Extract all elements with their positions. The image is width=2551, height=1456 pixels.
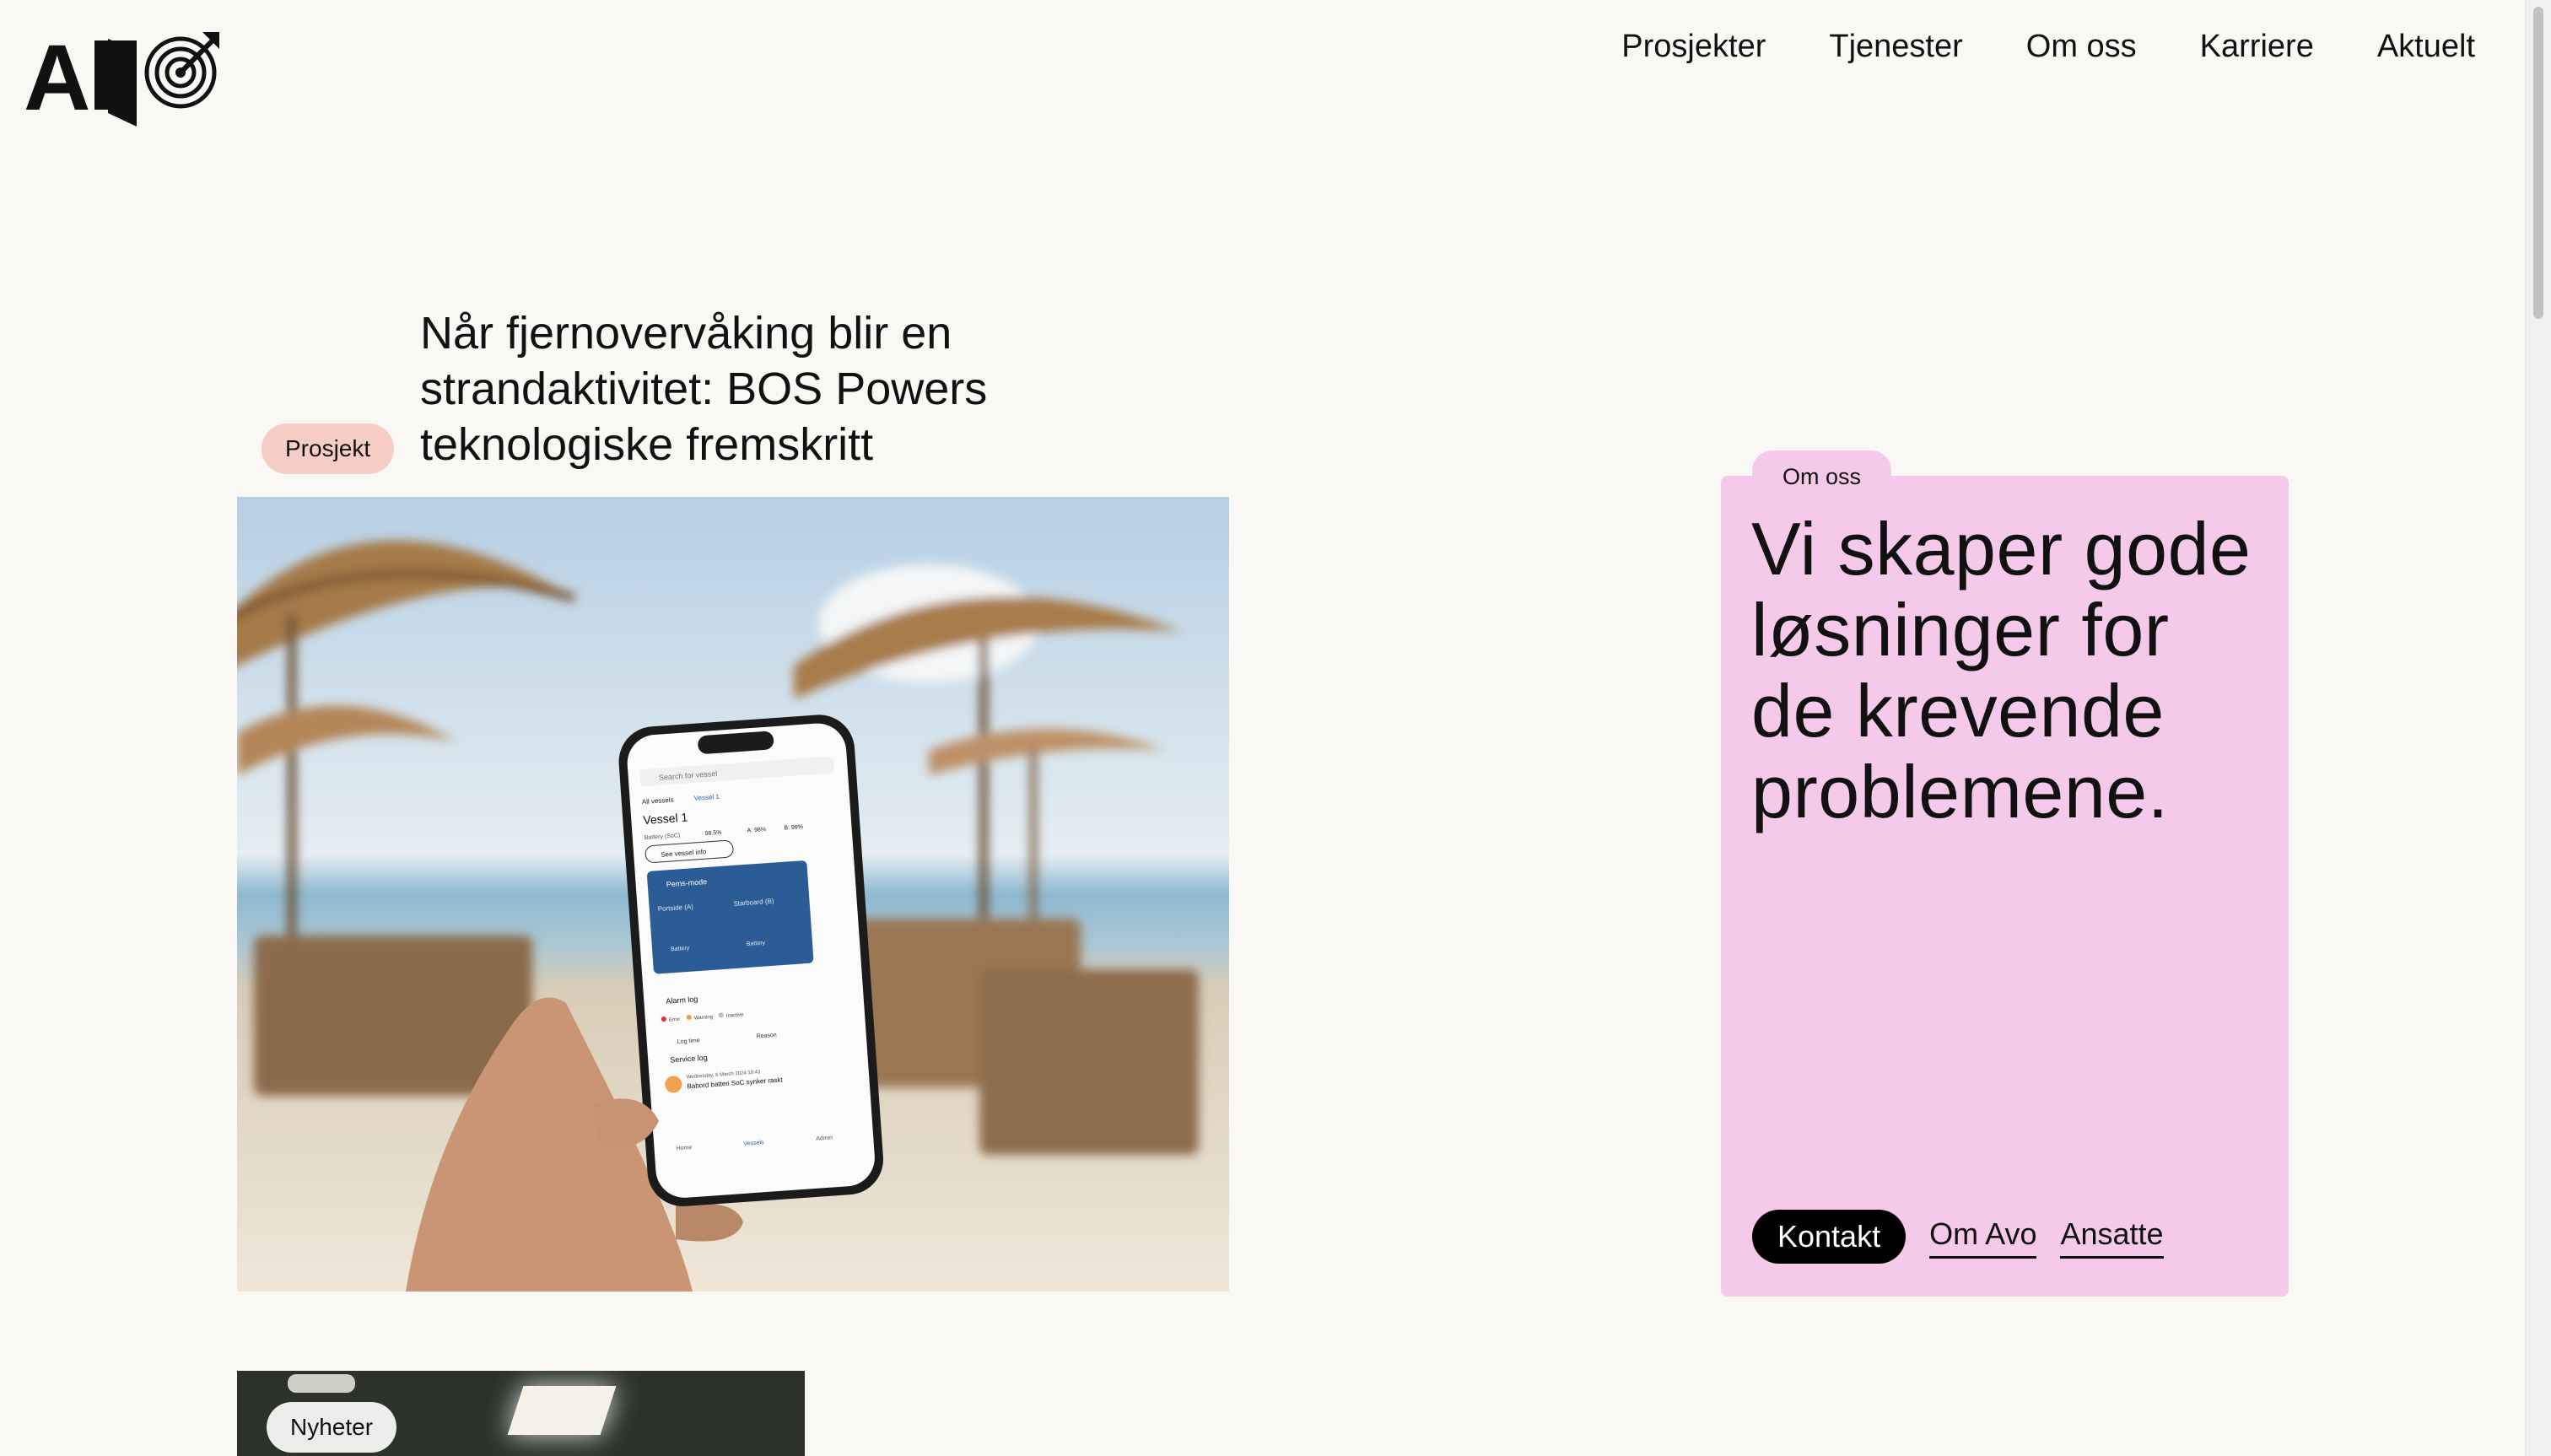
nav-om-oss[interactable]: Om oss bbox=[2026, 25, 2137, 67]
tag-prosjekt[interactable]: Prosjekt bbox=[262, 423, 395, 474]
page-scrollbar[interactable] bbox=[2525, 0, 2551, 1456]
svg-text:Home: Home bbox=[676, 1145, 692, 1151]
article-title[interactable]: Når fjernovervåking blir en strandaktivi… bbox=[420, 305, 1112, 472]
ceiling-light bbox=[507, 1386, 617, 1435]
svg-text:98.5%: 98.5% bbox=[704, 830, 721, 837]
svg-text:Admin: Admin bbox=[816, 1135, 833, 1141]
tag-nyheter[interactable]: Nyheter bbox=[267, 1402, 397, 1453]
svg-text:A: A bbox=[24, 32, 90, 127]
nav-aktuelt[interactable]: Aktuelt bbox=[2377, 25, 2475, 67]
scrollbar-thumb[interactable] bbox=[2533, 7, 2543, 319]
nav-tjenester[interactable]: Tjenester bbox=[1829, 25, 1962, 67]
about-heading: Vi skaper gode løsninger for de krevende… bbox=[1751, 507, 2252, 833]
ansatte-link[interactable]: Ansatte bbox=[2060, 1216, 2164, 1259]
nav-prosjekter[interactable]: Prosjekter bbox=[1621, 25, 1766, 67]
om-avo-link[interactable]: Om Avo bbox=[1929, 1216, 2037, 1259]
avo-logo[interactable]: A bbox=[24, 32, 219, 127]
nav-karriere[interactable]: Karriere bbox=[2200, 25, 2314, 67]
article-image[interactable]: Search for vessel All vessels Vessel 1 V… bbox=[237, 497, 1229, 1292]
main-nav: Prosjekter Tjenester Om oss Karriere Akt… bbox=[1621, 25, 2475, 67]
kontakt-button[interactable]: Kontakt bbox=[1752, 1210, 1907, 1264]
about-links: Kontakt Om Avo Ansatte bbox=[1752, 1210, 2164, 1264]
about-tab-label: Om oss bbox=[1752, 450, 1892, 501]
svg-text:Error: Error bbox=[669, 1017, 681, 1023]
beach-phone-illustration: Search for vessel All vessels Vessel 1 V… bbox=[237, 497, 1229, 1292]
